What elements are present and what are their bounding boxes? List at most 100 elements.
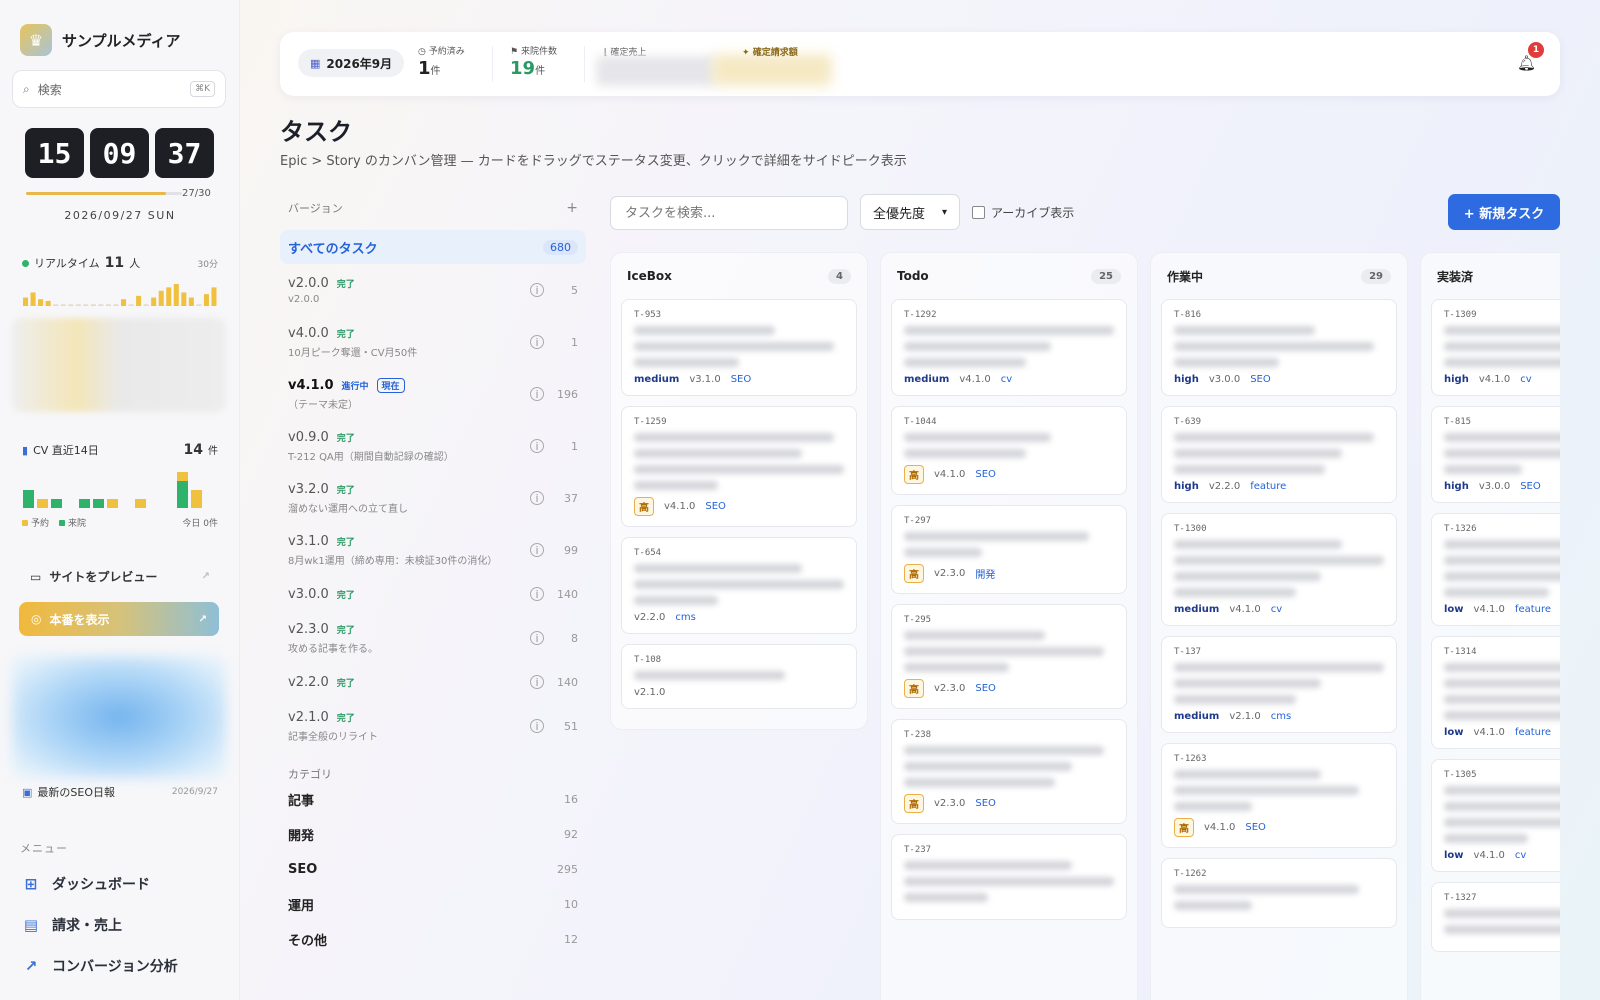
task-card[interactable]: T-1309 high v4.1.0 cv [1431,299,1560,396]
card-tags: high v2.2.0 feature [1174,481,1384,492]
menu-item-label: コンバージョン分析 [52,959,178,975]
task-card[interactable]: T-1326 low v4.1.0 feature [1431,513,1560,626]
blurred-text [1174,663,1384,672]
version-tag: v2.3.0 [934,568,966,579]
info-icon[interactable]: i [530,283,544,297]
kanban-board: IceBox 4 T-953 medium v3.1.0 SEO T-1259 高 v4.1.0… [610,252,1560,1000]
task-card[interactable]: T-238 高 v2.3.0 SEO [891,719,1127,824]
month-selector[interactable]: ▦ 2026年9月 [298,49,405,77]
category-item[interactable]: その他 12 [280,922,586,957]
menu-item-dashboard[interactable]: ⊞ ダッシュボード [22,874,150,894]
info-icon[interactable]: i [530,439,544,453]
column-header[interactable]: Todo 25 [891,253,1127,299]
archive-checkbox[interactable] [972,206,985,219]
new-task-button[interactable]: + 新規タスク [1448,194,1560,230]
version-status: 進行中 [341,381,369,392]
task-card[interactable]: T-1300 medium v4.1.0 cv [1161,513,1397,626]
version-subtitle: 溜めない運用への立て直し [288,503,408,515]
info-icon[interactable]: i [530,543,544,557]
brand[interactable]: ♛ サンプルメディア [20,24,181,56]
task-card[interactable]: T-237 [891,834,1127,920]
view-production-button[interactable]: ◎ 本番を表示 ↗ [19,602,219,636]
version-item[interactable]: v3.2.0 完了 溜めない運用への立て直し i 37 [280,472,586,524]
card-tags: 高 v4.1.0 SEO [1174,818,1384,837]
legend-reserve: 予約 [22,516,49,529]
info-icon[interactable]: i [530,387,544,401]
task-id: T-815 [1444,417,1472,427]
column-header[interactable]: 実装済 [1431,253,1560,299]
task-card[interactable]: T-1327 [1431,882,1560,952]
seo-report-link[interactable]: ▣ 最新のSEO日報 2026/9/27 [22,784,218,800]
task-card[interactable]: T-654 v2.2.0 cms [621,537,857,634]
info-icon[interactable]: i [530,491,544,505]
info-icon[interactable]: i [530,719,544,733]
category-tag: feature [1514,727,1552,738]
task-id: T-1327 [1444,893,1477,903]
blurred-seo-thumbnail[interactable] [12,656,226,778]
blurred-text [634,580,844,589]
blurred-widget [12,318,226,412]
task-card[interactable]: T-137 medium v2.1.0 cms [1161,636,1397,733]
column-header[interactable]: IceBox 4 [621,253,857,299]
column-header[interactable]: 作業中 29 [1161,253,1397,299]
realtime-header: リアルタイム 11 人 30分 [22,255,218,271]
task-card[interactable]: T-108 v2.1.0 [621,644,857,709]
task-card[interactable]: T-297 高 v2.3.0 開発 [891,505,1127,594]
info-icon[interactable]: i [530,631,544,645]
task-id: T-654 [634,548,662,558]
task-card[interactable]: T-953 medium v3.1.0 SEO [621,299,857,396]
task-card[interactable]: T-816 high v3.0.0 SEO [1161,299,1397,396]
booked-unit: 件 [430,66,441,77]
task-card[interactable]: T-1292 medium v4.1.0 cv [891,299,1127,396]
priority-select[interactable]: 全優先度 ▾ [860,194,960,230]
category-tag: cv [1000,374,1013,385]
version-item[interactable]: v2.3.0 完了 攻める記事を作る。 i 8 [280,612,586,664]
live-dot-icon [22,260,29,267]
task-card[interactable]: T-815 high v3.0.0 SEO [1431,406,1560,503]
info-icon[interactable]: i [530,587,544,601]
version-all-tasks[interactable]: すべてのタスク 680 [280,230,586,264]
task-card[interactable]: T-1259 高 v4.1.0 SEO [621,406,857,527]
sidebar-search[interactable]: ⌕ 検索 ⌘K [12,70,226,108]
menu-item-conversion[interactable]: ↗ コンバージョン分析 [22,956,178,976]
task-card[interactable]: T-1263 高 v4.1.0 SEO [1161,743,1397,848]
add-version-button[interactable]: + [566,200,578,216]
blurred-text [904,647,1104,656]
blurred-text [1174,885,1359,894]
blurred-text [904,358,1026,367]
archive-label: アーカイブ表示 [991,206,1075,220]
category-item[interactable]: SEO 295 [280,852,586,887]
task-card[interactable]: T-1314 low v4.1.0 feature [1431,636,1560,749]
version-item[interactable]: v4.1.0 進行中 現在 （テーマ未定） i 196 [280,368,586,420]
column-count: 29 [1361,268,1391,284]
menu-item-billing[interactable]: ▤ 請求・売上 [22,915,122,935]
category-tag: SEO [1520,481,1541,492]
archive-toggle[interactable]: アーカイブ表示 [972,204,1074,221]
realtime-bar [98,304,104,306]
version-item[interactable]: v0.9.0 完了 T-212 QA用（期間自動記録の確認） i 1 [280,420,586,472]
category-item[interactable]: 開発 92 [280,817,586,852]
category-item[interactable]: 記事 16 [280,782,586,817]
info-icon[interactable]: i [530,675,544,689]
category-item[interactable]: 運用 10 [280,887,586,922]
version-item[interactable]: v2.0.0 完了 v2.0.0 i 5 [280,264,586,316]
preview-site-link[interactable]: ▭ サイトをプレビュー ↗ [30,568,210,585]
version-item[interactable]: v4.0.0 完了 10月ピーク奪還・CV月50件 i 1 [280,316,586,368]
card-tags: low v4.1.0 feature [1444,727,1560,738]
task-card[interactable]: T-639 high v2.2.0 feature [1161,406,1397,503]
task-id: T-1259 [634,417,667,427]
version-subtitle: 10月ピーク奪還・CV月50件 [288,347,418,359]
task-card[interactable]: T-1044 高 v4.1.0 SEO [891,406,1127,495]
version-item[interactable]: v2.1.0 完了 記事全般のリライト i 51 [280,700,586,752]
task-id: T-1292 [904,310,937,320]
info-icon[interactable]: i [530,335,544,349]
version-item[interactable]: v3.1.0 完了 8月wk1運用（締め専用：未検証30件の消化） i 99 [280,524,586,576]
version-item[interactable]: v2.2.0 完了 i 140 [280,664,586,700]
version-number: v2.3.0 [288,621,329,637]
task-card[interactable]: T-295 高 v2.3.0 SEO [891,604,1127,709]
task-card[interactable]: T-1262 [1161,858,1397,928]
version-item[interactable]: v3.0.0 完了 i 140 [280,576,586,612]
task-id: T-1044 [904,417,937,427]
task-card[interactable]: T-1305 low v4.1.0 cv [1431,759,1560,872]
task-search-input[interactable] [610,196,848,230]
